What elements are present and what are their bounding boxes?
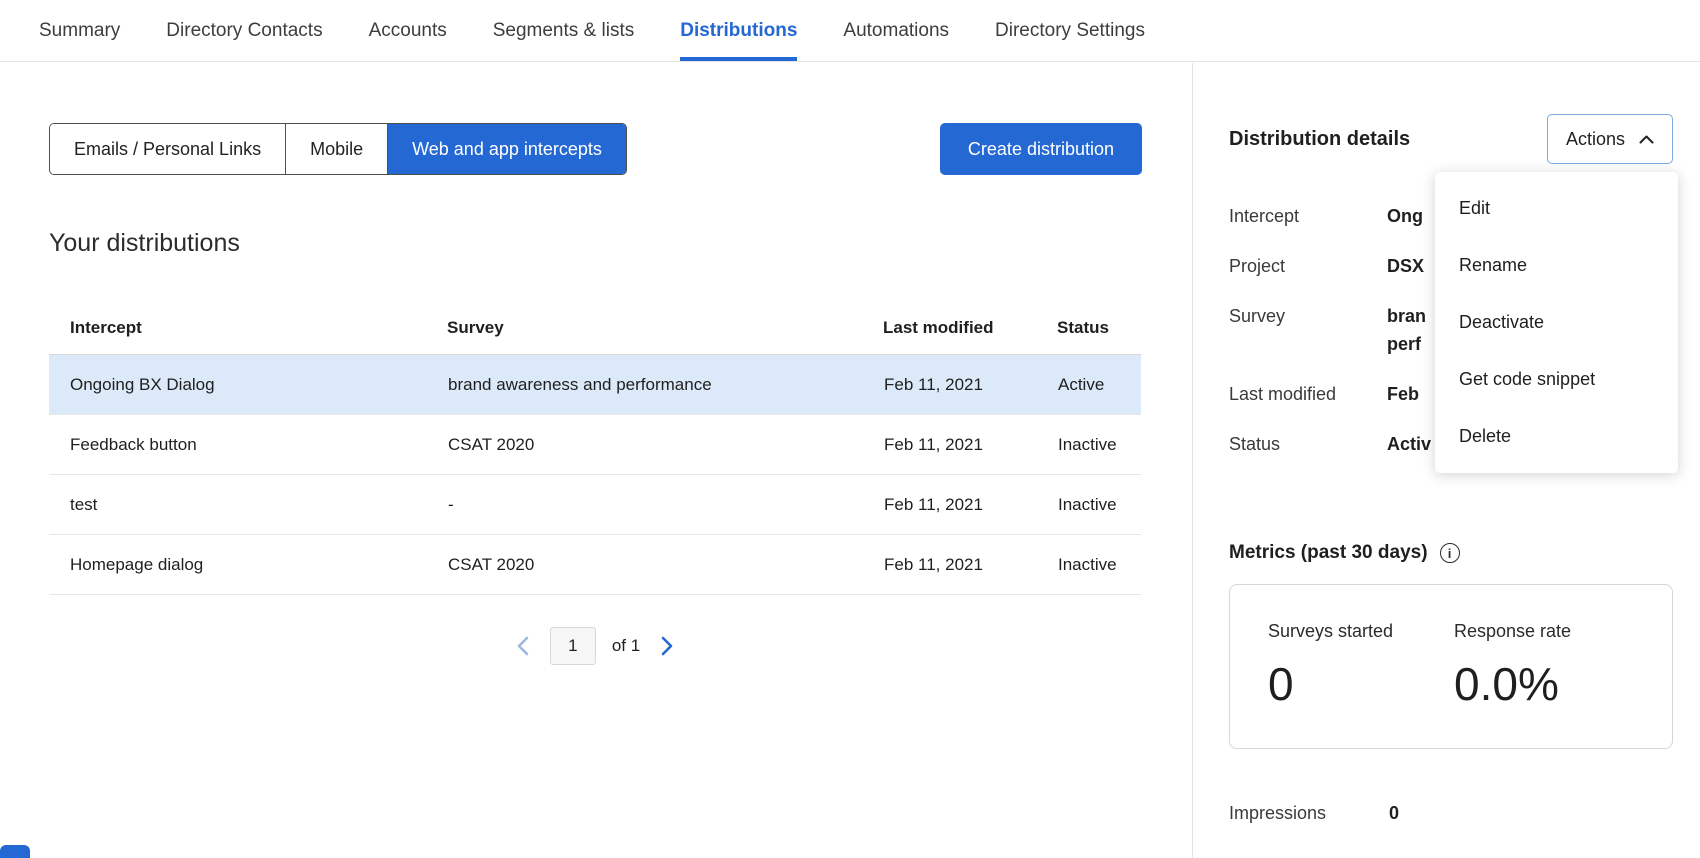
actions-button[interactable]: Actions [1547, 114, 1673, 164]
distribution-type-switcher: Emails / Personal Links Mobile Web and a… [49, 123, 627, 175]
chevron-right-icon [660, 635, 674, 657]
table-header-row: Intercept Survey Last modified Status [49, 318, 1141, 355]
page-count-label: of 1 [612, 636, 640, 656]
bottom-left-widget[interactable] [0, 845, 30, 858]
create-distribution-button[interactable]: Create distribution [940, 123, 1142, 175]
prev-page-button[interactable] [512, 631, 534, 661]
metrics-header: Metrics (past 30 days) i [1229, 542, 1700, 564]
tab-accounts[interactable]: Accounts [369, 0, 447, 61]
top-nav: Summary Directory Contacts Accounts Segm… [0, 0, 1700, 62]
tab-segments-lists[interactable]: Segments & lists [493, 0, 635, 61]
column-header-intercept: Intercept [49, 318, 447, 355]
table-row[interactable]: Homepage dialog CSAT 2020 Feb 11, 2021 I… [49, 535, 1141, 595]
field-label: Intercept [1229, 202, 1387, 230]
chevron-left-icon [516, 635, 530, 657]
field-label: Project [1229, 252, 1387, 280]
tab-distributions[interactable]: Distributions [680, 0, 797, 61]
metric-label: Surveys started [1268, 621, 1454, 642]
field-value: Ong [1387, 202, 1423, 230]
impressions-row: Impressions 0 [1229, 801, 1700, 825]
cell-status: Inactive [1057, 475, 1141, 535]
impressions-label: Impressions [1229, 801, 1389, 825]
info-icon[interactable]: i [1440, 543, 1460, 563]
field-label: Status [1229, 430, 1387, 458]
tab-automations[interactable]: Automations [843, 0, 949, 61]
details-panel-header: Distribution details Actions [1229, 114, 1673, 164]
cell-intercept: Ongoing BX Dialog [49, 355, 447, 415]
cell-last-modified: Feb 11, 2021 [883, 475, 1057, 535]
cell-survey: - [447, 475, 883, 535]
segment-mobile[interactable]: Mobile [286, 124, 388, 174]
menu-item-edit[interactable]: Edit [1435, 180, 1678, 237]
cell-intercept: test [49, 475, 447, 535]
cell-last-modified: Feb 11, 2021 [883, 535, 1057, 595]
cell-last-modified: Feb 11, 2021 [883, 355, 1057, 415]
field-value: Feb [1387, 380, 1419, 408]
cell-last-modified: Feb 11, 2021 [883, 415, 1057, 475]
current-page[interactable]: 1 [550, 627, 596, 665]
metrics-title: Metrics (past 30 days) [1229, 542, 1428, 564]
column-header-status: Status [1057, 318, 1141, 355]
distributions-main: Emails / Personal Links Mobile Web and a… [0, 63, 1192, 665]
metric-value: 0 [1268, 656, 1454, 712]
cell-status: Inactive [1057, 415, 1141, 475]
next-page-button[interactable] [656, 631, 678, 661]
column-header-survey: Survey [447, 318, 883, 355]
cell-survey: CSAT 2020 [447, 415, 883, 475]
table-row[interactable]: Feedback button CSAT 2020 Feb 11, 2021 I… [49, 415, 1141, 475]
metric-value: 0.0% [1454, 656, 1571, 712]
chevron-up-icon [1639, 135, 1654, 144]
cell-intercept: Feedback button [49, 415, 447, 475]
actions-button-label: Actions [1566, 129, 1625, 150]
metric-surveys-started: Surveys started 0 [1268, 621, 1454, 712]
menu-item-delete[interactable]: Delete [1435, 408, 1678, 465]
field-value: Activ [1387, 430, 1431, 458]
field-value: bran perf [1387, 302, 1426, 358]
distributions-table: Intercept Survey Last modified Status On… [49, 318, 1141, 595]
cell-survey: brand awareness and performance [447, 355, 883, 415]
menu-item-get-code-snippet[interactable]: Get code snippet [1435, 351, 1678, 408]
field-label: Survey [1229, 302, 1387, 358]
cell-intercept: Homepage dialog [49, 535, 447, 595]
field-label: Last modified [1229, 380, 1387, 408]
table-row[interactable]: test - Feb 11, 2021 Inactive [49, 475, 1141, 535]
column-header-last-modified: Last modified [883, 318, 1057, 355]
tab-summary[interactable]: Summary [39, 0, 120, 61]
field-value: DSX [1387, 252, 1424, 280]
menu-item-rename[interactable]: Rename [1435, 237, 1678, 294]
pagination: 1 of 1 [49, 627, 1141, 665]
page-title: Your distributions [49, 229, 1192, 258]
metric-response-rate: Response rate 0.0% [1454, 621, 1571, 712]
cell-status: Active [1057, 355, 1141, 415]
tab-directory-contacts[interactable]: Directory Contacts [166, 0, 322, 61]
segment-web-and-app-intercepts[interactable]: Web and app intercepts [388, 124, 626, 174]
tab-directory-settings[interactable]: Directory Settings [995, 0, 1145, 61]
actions-menu: Edit Rename Deactivate Get code snippet … [1435, 172, 1678, 473]
metric-label: Response rate [1454, 621, 1571, 642]
menu-item-deactivate[interactable]: Deactivate [1435, 294, 1678, 351]
details-title: Distribution details [1229, 128, 1410, 151]
impressions-value: 0 [1389, 801, 1399, 825]
metrics-card: Surveys started 0 Response rate 0.0% [1229, 584, 1673, 749]
cell-survey: CSAT 2020 [447, 535, 883, 595]
distribution-details-panel: Distribution details Actions Intercept O… [1193, 63, 1700, 858]
cell-status: Inactive [1057, 535, 1141, 595]
table-row[interactable]: Ongoing BX Dialog brand awareness and pe… [49, 355, 1141, 415]
segment-emails-personal-links[interactable]: Emails / Personal Links [50, 124, 286, 174]
toolbar: Emails / Personal Links Mobile Web and a… [49, 123, 1142, 175]
